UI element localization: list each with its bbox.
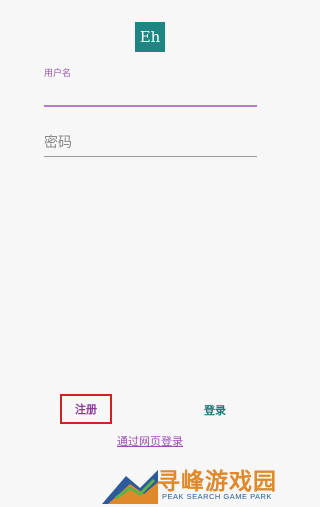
username-underline: [44, 105, 257, 107]
app-logo: Eh: [135, 22, 165, 52]
web-login-link[interactable]: 通过网页登录: [100, 433, 200, 449]
username-field[interactable]: 用户名: [44, 66, 257, 107]
password-input[interactable]: 密码: [44, 132, 257, 152]
password-underline: [44, 156, 257, 157]
username-label: 用户名: [44, 69, 72, 79]
app-logo-text: Eh: [139, 28, 161, 46]
register-button[interactable]: 注册: [60, 394, 112, 424]
watermark: 寻峰游戏园 PEAK SEARCH GAME PARK: [100, 458, 300, 507]
username-input[interactable]: [44, 83, 257, 101]
login-button[interactable]: 登录: [195, 399, 235, 421]
watermark-title: 寻峰游戏园: [157, 469, 277, 495]
watermark-mountain-icon: [102, 470, 158, 504]
watermark-subtitle: PEAK SEARCH GAME PARK: [162, 492, 272, 501]
password-field[interactable]: 密码: [44, 132, 257, 157]
